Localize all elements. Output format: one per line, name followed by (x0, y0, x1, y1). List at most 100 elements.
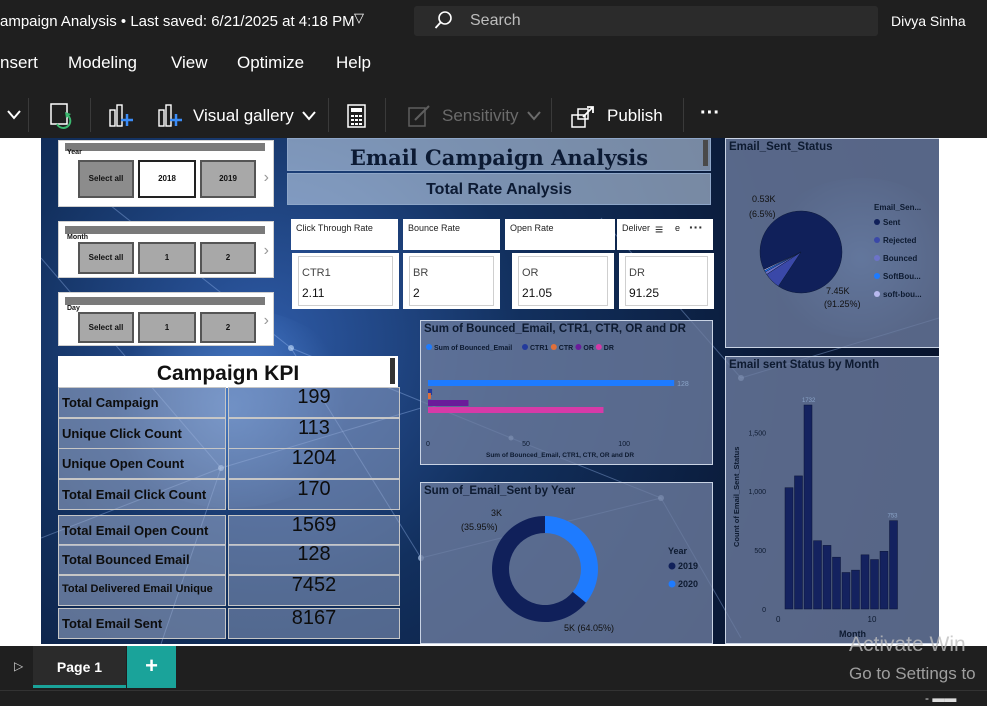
ribbon-separator (28, 98, 29, 132)
slicer-option-select-all[interactable]: Select all (78, 160, 134, 198)
slicer-option-2019[interactable]: 2019 (200, 160, 256, 198)
chevron-down-icon[interactable] (0, 107, 22, 123)
kpi-row: Total Email Sent 8167 (58, 608, 400, 639)
card-key: OR (522, 267, 539, 279)
kpi-value: 1569 (228, 515, 400, 546)
menu-optimize[interactable]: Optimize (237, 53, 304, 73)
day-slicer[interactable]: Day Select all 1 2 › (58, 292, 274, 346)
page-tab[interactable]: Page 1 (33, 646, 126, 688)
search-box[interactable]: Search (414, 6, 878, 36)
chevron-right-icon[interactable]: › (264, 169, 269, 187)
slicer-option-select-all[interactable]: Select all (78, 312, 134, 343)
ribbon-toolbar: Visual gallery Sensitivity Publish ··· (0, 92, 987, 138)
kpi-row: Total Bounced Email 128 (58, 544, 400, 575)
activation-watermark-sub: Go to Settings to (849, 664, 976, 683)
chevron-right-icon[interactable]: › (264, 242, 269, 260)
ribbon-separator (328, 98, 329, 132)
menu-help[interactable]: Help (336, 53, 371, 73)
legend-marker (550, 344, 557, 350)
year-slicer[interactable]: Year Select all 2018 2019 › (58, 140, 274, 207)
month-slicer[interactable]: Month Select all 1 2 › (58, 221, 274, 278)
page-nav-arrow-icon[interactable]: ▷ (14, 659, 23, 673)
legend-item: CTR (559, 345, 573, 352)
visual-gallery-button[interactable]: Visual gallery (193, 106, 294, 126)
slicer-header (65, 143, 265, 151)
donut-slice (545, 516, 598, 603)
tick-label: 0 (776, 615, 781, 624)
email-sent-status-chart[interactable]: Email_Sent_Status 0.53K (6.5%) 7.45K (91.25… (725, 138, 939, 348)
slicer-label: Month (67, 234, 88, 241)
kpi-value: 199 (228, 387, 400, 418)
slicer-option-2[interactable]: 2 (200, 242, 256, 274)
slicer-header (65, 226, 265, 234)
dr-card-title: Deliver ≡ e ··· (617, 219, 713, 250)
data-label: (6.5%) (749, 209, 776, 219)
visual-gallery-icon[interactable] (156, 102, 184, 130)
dr-card-title-text: Deliver (622, 223, 651, 233)
bar (428, 400, 469, 406)
legend-marker (668, 580, 676, 588)
bar (841, 572, 851, 610)
legend-item: soft-bou... (883, 290, 922, 299)
slicer-option-1[interactable]: 1 (138, 242, 196, 274)
card-key: DR (629, 267, 645, 279)
legend-item: OR (583, 345, 594, 352)
legend-item: 2019 (678, 561, 698, 571)
filter-icon[interactable]: ≡ (655, 221, 663, 237)
column-chart-svg: 05001,0001,50017327530 10MonthCount of Em… (732, 398, 898, 639)
tick-label: 100 (618, 441, 630, 448)
donut-chart-svg: 3K (35.95%) 5K (64.05%) Year 2019 2020 (461, 508, 698, 633)
email-sent-by-year-chart[interactable]: Sum of_Email_Sent by Year 3K (35.95%) 5K (… (420, 482, 713, 644)
chevron-down-icon[interactable] (301, 110, 317, 122)
zoom-slider[interactable]: - ▬▬ (925, 691, 956, 705)
title-dropdown-icon[interactable]: ▽ (354, 10, 364, 26)
dr-card: DR 91.25 (619, 253, 714, 309)
kpi-value: 7452 (228, 575, 400, 606)
publish-icon[interactable] (569, 103, 597, 129)
kpi-row: Total Delivered Email Unique 7452 (58, 575, 400, 606)
br-card: BR 2 (403, 253, 500, 309)
chevron-right-icon[interactable]: › (264, 312, 269, 330)
kpi-label: Unique Click Count (58, 418, 226, 449)
legend-item: CTR1 (530, 345, 548, 352)
slicer-option-2018[interactable]: 2018 (138, 160, 196, 198)
calculator-icon[interactable] (346, 104, 368, 128)
slicer-option-1[interactable]: 1 (138, 312, 196, 343)
menu-modeling[interactable]: Modeling (68, 53, 137, 73)
kpi-row: Unique Open Count 1204 (58, 448, 400, 479)
refresh-icon[interactable] (47, 102, 75, 130)
menu-insert[interactable]: nsert (0, 53, 38, 73)
slicer-label: Year (67, 149, 82, 156)
more-options-icon[interactable]: ··· (689, 219, 703, 235)
legend-marker (595, 344, 602, 350)
chevron-down-icon (527, 111, 541, 121)
data-label: 7.45K (826, 286, 850, 296)
pie-chart-svg: 0.53K (6.5%) 7.45K (91.25%) Email_Sen... Sent… (749, 194, 922, 309)
document-title[interactable]: ampaign Analysis • Last saved: 6/21/2025… (0, 13, 355, 30)
axis-label: Count of Email_Sent_Status (732, 447, 741, 547)
data-label: (35.95%) (461, 522, 498, 532)
legend-marker (874, 291, 880, 297)
bounced-rates-bar-chart[interactable]: Sum of Bounced_Email, CTR1, CTR, OR and … (420, 320, 713, 465)
menu-view[interactable]: View (171, 53, 208, 73)
tick-label: 1,500 (748, 430, 766, 437)
kpi-scrollbar[interactable] (390, 358, 395, 384)
new-visual-icon[interactable] (107, 102, 135, 130)
user-name[interactable]: Divya Sinha (891, 13, 966, 29)
publish-button[interactable]: Publish (607, 106, 663, 126)
kpi-row: Total Campaign 199 (58, 387, 400, 418)
title-scrollbar[interactable] (703, 140, 708, 166)
kpi-label: Total Delivered Email Unique (58, 575, 226, 606)
slicer-option-2[interactable]: 2 (200, 312, 256, 343)
more-options-icon[interactable]: ··· (700, 102, 720, 125)
email-sent-status-by-month-chart[interactable]: Email sent Status by Month 0 500 1,000 1,50… (725, 356, 939, 644)
card-value: 21.05 (522, 286, 553, 300)
legend-item: Bounced (883, 254, 917, 263)
legend-item: DR (604, 345, 614, 352)
br-card-title: Bounce Rate (403, 219, 500, 250)
slicer-option-select-all[interactable]: Select all (78, 242, 134, 274)
or-card: OR 21.05 (512, 253, 614, 309)
tick-label: 0 (762, 607, 766, 614)
add-page-button[interactable]: + (127, 646, 176, 688)
legend-title: Year (668, 546, 688, 556)
